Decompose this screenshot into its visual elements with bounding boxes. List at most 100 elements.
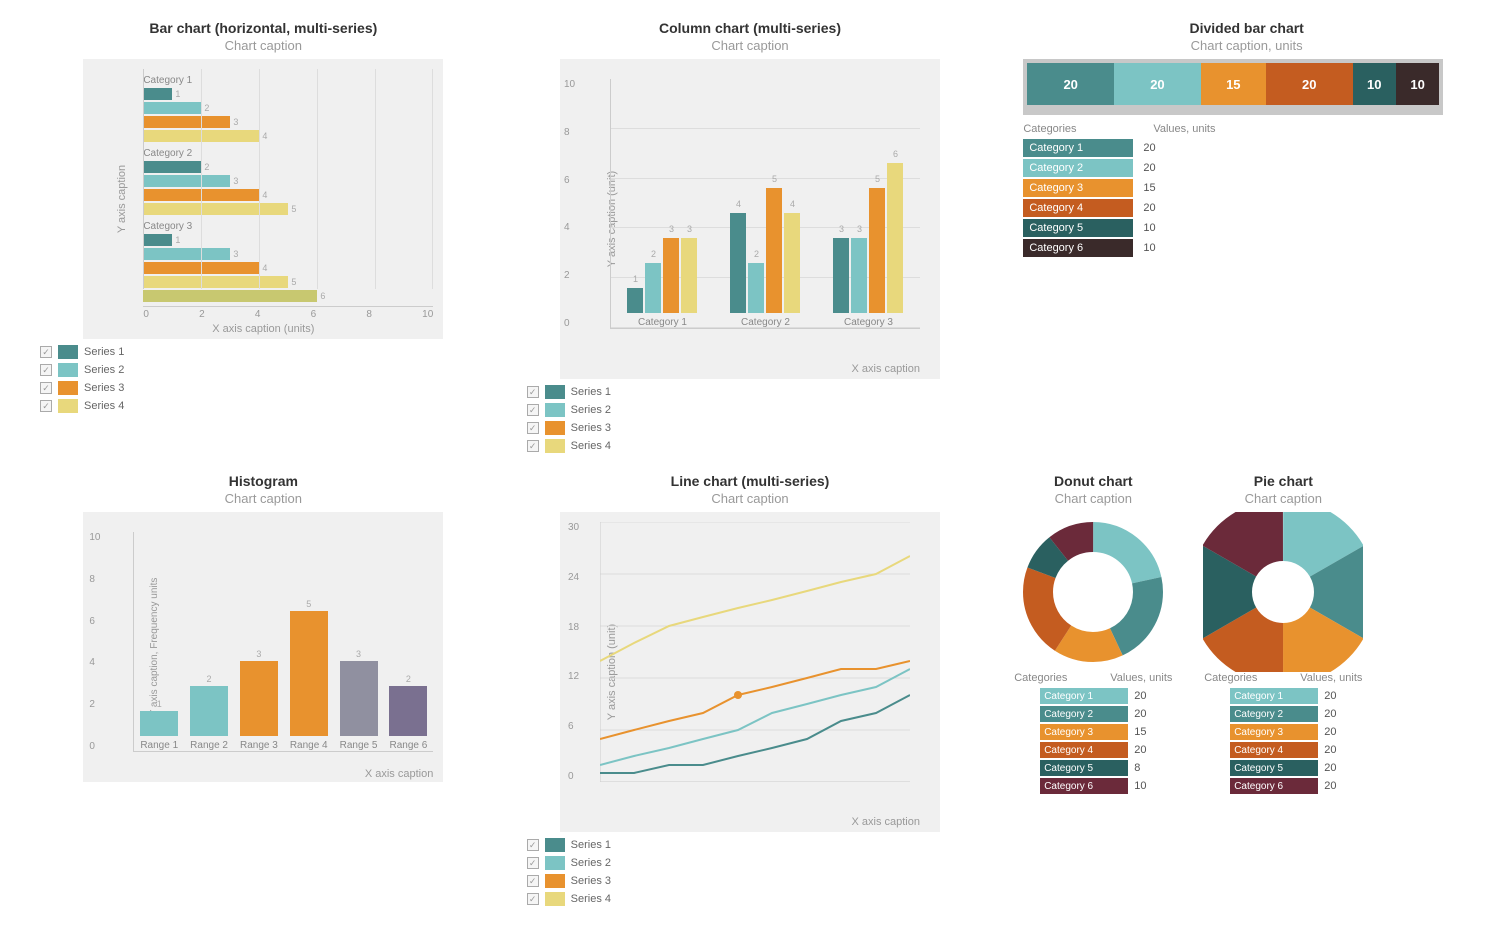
divided-bar-wrapper: 20 20 15 20 10 10 [1023,59,1443,115]
column-caption: Chart caption [711,38,788,53]
hbar-area: Y axis caption Category 1 1 [83,59,443,339]
legend-check-icon: ✓ [527,440,539,452]
hbar-chart: Bar chart (horizontal, multi-series) Cha… [30,20,497,453]
legend-check-icon: ✓ [40,382,52,394]
donut-title: Donut chart [1054,473,1133,489]
col-cat1-label: Category 1 [638,317,687,328]
divided-bar-track: 20 20 15 20 10 10 [1027,63,1439,105]
div-leg-swatch-5: Category 5 [1023,219,1133,237]
donut-svg [1013,512,1173,672]
donut-caption: Chart caption [1055,491,1132,506]
col-cat2: 4 2 5 4 Category 2 [730,188,800,328]
hbar-bar [143,203,288,215]
col-bar: 4 [730,213,746,313]
col-cat3-label: Category 3 [844,317,893,328]
col-bar: 5 [766,188,782,313]
legend-swatch [58,399,78,413]
div-leg-swatch-4: Category 4 [1023,199,1133,217]
hbar-cat1-label: Category 1 [143,75,433,86]
col-bar: 3 [851,238,867,313]
hbar-legend: ✓ Series 1 ✓ Series 2 ✓ Series 3 ✓ Serie… [30,345,390,413]
hbar-x-label: X axis caption (units) [212,323,314,335]
legend-swatch [545,385,565,399]
line-legend-s2: ✓ Series 2 [527,856,897,870]
div-leg-4: Category 4 20 [1023,199,1155,217]
div-leg-2: Category 2 20 [1023,159,1155,177]
legend-check-icon: ✓ [527,422,539,434]
line-svg: Cat1 Cat2 Cat3 Cat4 Cat5 Cat6 Cat7 Cat8 … [600,522,910,782]
hist-x-label: X axis caption [365,768,433,780]
hbar-bar [143,189,259,201]
column-legend: ✓ Series 1 ✓ Series 2 ✓ Series 3 ✓ Serie… [517,385,897,453]
col-bar: 4 [784,213,800,313]
col-bar: 2 [645,263,661,313]
legend-swatch [545,421,565,435]
hist-bar-5: 3 Range 5 [340,649,378,751]
col-y-ticks: 0 2 4 6 8 10 [564,79,575,329]
hist-bar-2: 2 Range 2 [190,674,228,751]
hbar-cat1-s4: 4 [143,130,433,142]
line-caption: Chart caption [711,491,788,506]
pie-title: Pie chart [1254,473,1313,489]
hbar-cat1-s1: 1 [143,88,433,100]
legend-check-icon: ✓ [527,875,539,887]
col-bar: 2 [748,263,764,313]
donut-pie-row: Donut chart Chart caption [1013,473,1363,794]
div-leg-5: Category 5 10 [1023,219,1155,237]
hbar-cat3-label: Category 3 [143,221,433,232]
div-leg-6: Category 6 10 [1023,239,1155,257]
line-legend-s3: ✓ Series 3 [527,874,897,888]
col-inner: 1 2 3 3 Category 1 [610,79,920,329]
legend-check-icon: ✓ [527,839,539,851]
legend-swatch [58,381,78,395]
donut-legend: Category 1 20 Category 2 20 Category 3 1… [1040,688,1146,794]
histogram-caption: Chart caption [225,491,302,506]
legend-check-icon: ✓ [40,346,52,358]
donut-legend-header: Categories Values, units [1014,672,1172,684]
legend-swatch [58,345,78,359]
hbar-bar [143,116,230,128]
hbar-y-label: Y axis caption [116,165,128,233]
hbar-category-1: Category 1 1 2 3 4 [143,69,433,142]
hbar-inner: Category 1 1 2 3 4 [143,69,433,309]
hbar-cat1-s2: 2 [143,102,433,114]
col-x-label: X axis caption [852,363,920,375]
div-seg-5: 10 [1353,63,1396,105]
divided-bar-legend: Category 1 20 Category 2 20 Category 3 1… [1023,139,1155,257]
hbar-bar [143,248,230,260]
col-bar: 3 [833,238,849,313]
div-leg-swatch-3: Category 3 [1023,179,1133,197]
col-legend-s2: ✓ Series 2 [527,403,897,417]
hbar-bar [143,175,230,187]
col-cat3: 3 3 5 6 Category 3 [833,163,903,328]
hist-y-ticks: 0 2 4 6 8 10 [89,532,100,752]
legend-swatch [545,892,565,906]
histogram-area: Y axis caption, Frequency units X axis c… [83,512,443,782]
div-leg-1: Category 1 20 [1023,139,1155,157]
pie-caption: Chart caption [1245,491,1322,506]
pie-chart: Pie chart Chart caption Categories Value… [1203,473,1363,794]
col-bar: 3 [663,238,679,313]
legend-check-icon: ✓ [40,400,52,412]
hbar-bar [143,102,201,114]
hbar-legend-s2: ✓ Series 2 [40,363,390,377]
col-legend-s3: ✓ Series 3 [527,421,897,435]
hbar-category-2: Category 2 2 3 4 5 [143,144,433,215]
legend-swatch [545,856,565,870]
hbar-legend-s1: ✓ Series 1 [40,345,390,359]
legend-check-icon: ✓ [527,893,539,905]
col-legend-s4: ✓ Series 4 [527,439,897,453]
column-area: Y axis caption (unit) X axis caption 0 2… [560,59,940,379]
line-area: Y axis caption (unit) X axis caption 0 6… [560,512,940,832]
hbar-x-ticks: 0 2 4 6 8 10 [143,307,433,320]
col-cat1: 1 2 3 3 Category 1 [627,238,697,328]
legend-check-icon: ✓ [527,404,539,416]
hbar-bar [143,88,172,100]
legend-swatch [545,439,565,453]
donut-chart: Donut chart Chart caption [1013,473,1173,794]
legend-check-icon: ✓ [40,364,52,376]
div-leg-swatch-1: Category 1 [1023,139,1133,157]
hist-bar-3: 3 Range 3 [240,649,278,751]
column-title: Column chart (multi-series) [659,20,841,36]
col-legend-s1: ✓ Series 1 [527,385,897,399]
